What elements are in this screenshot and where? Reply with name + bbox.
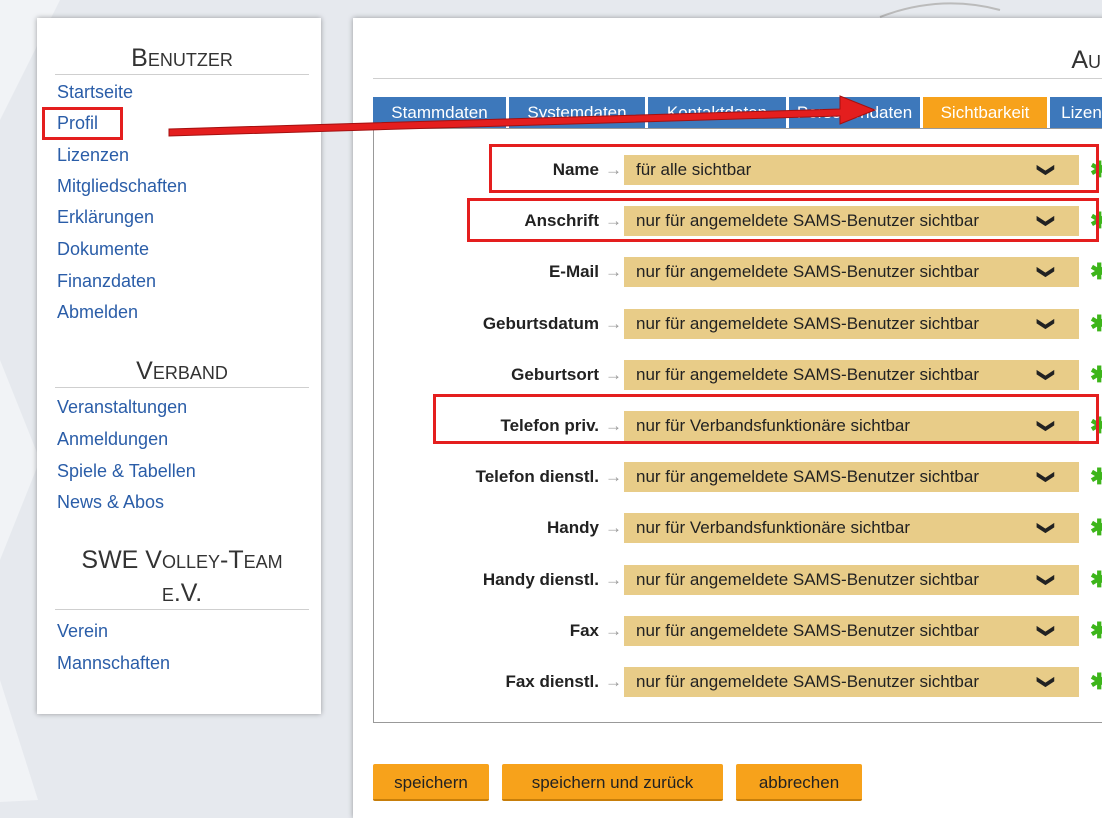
cancel-button[interactable]: abbrechen — [736, 764, 862, 801]
field-label: Telefon dienstl. → — [476, 466, 622, 488]
visibility-select-value: nur für angemeldete SAMS-Benutzer sichtb… — [636, 620, 980, 640]
tab-systemdaten[interactable]: Systemdaten — [509, 97, 645, 129]
chevron-down-icon: ❯ — [1037, 316, 1057, 331]
field-label-text: Handy dienstl. — [482, 569, 599, 589]
sidebar-heading-verein: SWE Volley-Team — [55, 546, 309, 576]
field-label: Geburtsdatum → — [483, 313, 622, 335]
tab-personendaten[interactable]: Personendaten — [789, 97, 920, 129]
chevron-down-icon: ❯ — [1037, 470, 1057, 485]
visibility-select[interactable]: nur für angemeldete SAMS-Benutzer sichtb… — [624, 564, 1079, 595]
sidebar: Benutzer Startseite Profil Lizenzen Mitg… — [37, 18, 321, 714]
sidebar-link-mannschaften[interactable]: Mannschaften — [57, 652, 170, 674]
visibility-select-value: nur für angemeldete SAMS-Benutzer sichtb… — [636, 364, 980, 384]
arrow-right-icon: → — [605, 620, 622, 640]
required-star-icon: ✱ — [1090, 515, 1102, 541]
save-button[interactable]: speichern — [373, 764, 489, 801]
field-label-text: Geburtsort — [511, 364, 599, 384]
main-panel: Aue Stammdaten Systemdaten Kontaktdaten … — [353, 18, 1102, 818]
tab-kontaktdaten[interactable]: Kontaktdaten — [648, 97, 786, 129]
highlight-name-row — [489, 144, 1099, 193]
field-label: Handy dienstl. → — [483, 569, 622, 591]
sidebar-link-finanzdaten[interactable]: Finanzdaten — [57, 270, 156, 292]
visibility-select-value: nur für angemeldete SAMS-Benutzer sichtb… — [636, 467, 980, 487]
sidebar-link-spiele-tabellen[interactable]: Spiele & Tabellen — [57, 460, 196, 482]
field-label-text: E-Mail — [548, 262, 599, 282]
field-label-text: Geburtsdatum — [482, 313, 599, 333]
field-label: Fax dienstl. → — [505, 671, 622, 693]
chevron-down-icon: ❯ — [1037, 521, 1057, 536]
chevron-down-icon: ❯ — [1037, 265, 1057, 280]
sidebar-link-dokumente[interactable]: Dokumente — [57, 238, 149, 260]
sidebar-link-abmelden[interactable]: Abmelden — [57, 301, 138, 323]
visibility-select[interactable]: nur für Verbandsfunktionäre sichtbar ❯ — [624, 513, 1079, 544]
field-label: Handy → — [547, 517, 622, 539]
field-label: Geburtsort → — [511, 364, 622, 386]
tab-sichtbarkeit[interactable]: Sichtbarkeit — [923, 97, 1047, 129]
chevron-down-icon: ❯ — [1037, 572, 1057, 587]
arrow-right-icon: → — [605, 262, 622, 282]
sidebar-heading-verband: Verband — [55, 357, 309, 388]
field-label: Fax → — [570, 620, 622, 642]
sidebar-heading-benutzer: Benutzer — [55, 44, 309, 75]
sidebar-link-verein[interactable]: Verein — [57, 620, 108, 642]
required-star-icon: ✱ — [1090, 669, 1102, 694]
visibility-select-value: nur für angemeldete SAMS-Benutzer sichtb… — [636, 672, 980, 691]
sidebar-heading-verein-line2: e.V. — [55, 579, 309, 610]
visibility-select[interactable]: nur für angemeldete SAMS-Benutzer sichtb… — [624, 359, 1079, 390]
highlight-profil-box — [42, 107, 123, 140]
visibility-select[interactable]: nur für angemeldete SAMS-Benutzer sichtb… — [624, 615, 1079, 646]
field-label-text: Handy — [547, 518, 599, 538]
visibility-select[interactable]: nur für angemeldete SAMS-Benutzer sichtb… — [624, 308, 1079, 339]
visibility-select-value: nur für angemeldete SAMS-Benutzer sichtb… — [636, 262, 980, 282]
required-star-icon: ✱ — [1090, 259, 1102, 285]
sidebar-link-mitgliedschaften[interactable]: Mitgliedschaften — [57, 175, 187, 197]
required-star-icon: ✱ — [1090, 617, 1102, 643]
save-and-back-button[interactable]: speichern und zurück — [502, 764, 723, 801]
required-star-icon: ✱ — [1090, 464, 1102, 490]
arrow-right-icon: → — [605, 569, 622, 589]
field-label-text: Telefon dienstl. — [475, 467, 599, 487]
chevron-down-icon: ❯ — [1037, 623, 1057, 638]
arrow-right-icon: → — [605, 518, 622, 538]
sidebar-link-news-abos[interactable]: News & Abos — [57, 491, 164, 513]
highlight-telefon-row — [433, 394, 1099, 444]
page-title: Aue — [373, 44, 1102, 79]
chevron-down-icon: ❯ — [1037, 367, 1057, 382]
sidebar-link-startseite[interactable]: Startseite — [57, 81, 133, 103]
arrow-right-icon: → — [605, 467, 622, 487]
arrow-right-icon: → — [605, 364, 622, 384]
visibility-select-value: nur für Verbandsfunktionäre sichtbar — [636, 518, 911, 538]
visibility-select-value: nur für angemeldete SAMS-Benutzer sichtb… — [636, 569, 980, 589]
field-label-text: Fax dienstl. — [505, 672, 599, 691]
chevron-down-icon: ❯ — [1037, 674, 1057, 690]
arrow-right-icon: → — [605, 672, 622, 691]
sidebar-link-erklaerungen[interactable]: Erklärungen — [57, 206, 154, 228]
visibility-select-value: nur für angemeldete SAMS-Benutzer sichtb… — [636, 313, 980, 333]
sidebar-link-anmeldungen[interactable]: Anmeldungen — [57, 428, 168, 450]
sidebar-heading-verein-line1: SWE Volley-Team — [81, 546, 283, 574]
sidebar-link-lizenzen[interactable]: Lizenzen — [57, 144, 129, 166]
arrow-right-icon: → — [605, 313, 622, 333]
visibility-select[interactable]: nur für angemeldete SAMS-Benutzer sichtb… — [624, 257, 1079, 288]
required-star-icon: ✱ — [1090, 310, 1102, 336]
field-label: E-Mail → — [549, 261, 622, 283]
sidebar-link-veranstaltungen[interactable]: Veranstaltungen — [57, 396, 187, 418]
tab-lizenzen[interactable]: Lizen — [1050, 97, 1102, 129]
visibility-select[interactable]: nur für angemeldete SAMS-Benutzer sichtb… — [624, 667, 1079, 697]
required-star-icon: ✱ — [1090, 361, 1102, 387]
visibility-select[interactable]: nur für angemeldete SAMS-Benutzer sichtb… — [624, 462, 1079, 493]
tab-stammdaten[interactable]: Stammdaten — [373, 97, 506, 129]
required-star-icon: ✱ — [1090, 566, 1102, 592]
field-label-text: Fax — [569, 620, 599, 640]
highlight-anschrift-row — [467, 198, 1099, 242]
